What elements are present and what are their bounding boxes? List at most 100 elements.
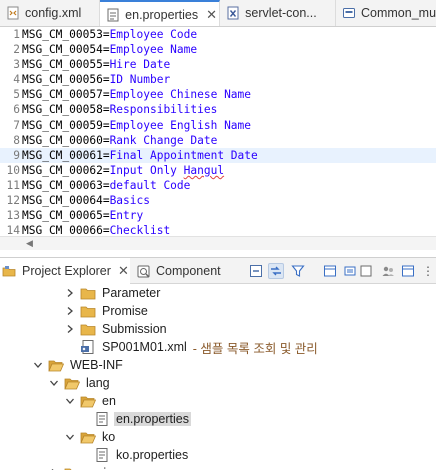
tab-project-explorer[interactable]: Project Explorer ✕ — [0, 258, 130, 284]
property-key: MSG_CM_00054= — [22, 43, 110, 57]
tree-item-promise[interactable]: Promise — [64, 302, 150, 320]
tree-item-label: en — [102, 394, 116, 408]
property-key: MSG_CM_00053= — [22, 28, 110, 41]
people-icon[interactable] — [380, 263, 396, 279]
property-value: Employee Name — [109, 43, 198, 57]
line-number: 12 — [6, 194, 20, 208]
line-number: 13 — [6, 209, 20, 223]
property-value: ID Number — [109, 73, 171, 87]
project-explorer-icon — [2, 264, 17, 279]
tab-servlet-context[interactable]: servlet-con... — [220, 0, 336, 26]
tree-item-label: Promise — [102, 304, 148, 318]
editor-line[interactable]: 5 MSG_CM_00057=Employee Chinese Name — [0, 87, 436, 102]
folder-open-icon — [80, 394, 96, 408]
property-key: MSG_CM_00057= — [22, 88, 110, 102]
tab-label: en.properties — [125, 7, 199, 22]
horizontal-scrollbar[interactable]: ◀ — [0, 236, 436, 250]
folder-icon — [64, 466, 80, 470]
tree-item-submission[interactable]: Submission — [64, 320, 169, 338]
line-number: 3 — [13, 58, 20, 72]
line-number: 4 — [13, 73, 20, 87]
scroll-left-icon[interactable]: ◀ — [26, 238, 33, 249]
component-icon — [342, 6, 356, 20]
tree-item-en-properties[interactable]: en.properties — [94, 410, 191, 428]
editor-line[interactable]: 10 MSG_CM_00062=Input Only Hangul — [0, 163, 436, 178]
chevron-right-icon[interactable] — [64, 305, 76, 317]
tree-item-label: ko.properties — [116, 448, 189, 462]
tree-item-label: en.properties — [114, 412, 191, 426]
collapse-all-icon[interactable] — [248, 263, 264, 279]
spelling-warning-word[interactable]: Hangul — [184, 164, 224, 177]
property-value: Rank Change Date — [109, 133, 218, 147]
editor-line[interactable]: 8 MSG_CM_00060=Rank Change Date — [0, 133, 436, 148]
property-value: Input Only — [109, 163, 184, 177]
properties-editor[interactable]: 1 MSG_CM_00053=Employee Code 2 MSG_CM_0005… — [0, 27, 436, 250]
editor-line[interactable]: 11 MSG_CM_00063=default Code — [0, 178, 436, 193]
tree-item-label: spring — [84, 466, 122, 470]
tab-common-mu[interactable]: Common_mu — [336, 0, 436, 26]
tree-item-en[interactable]: en — [64, 392, 118, 410]
property-value: Basics — [109, 194, 150, 208]
editor-lines: 1 MSG_CM_00053=Employee Code 2 MSG_CM_0005… — [0, 27, 436, 238]
line-number: 6 — [13, 103, 20, 117]
editor-line[interactable]: 1 MSG_CM_00053=Employee Code — [0, 27, 436, 42]
line-number: 1 — [13, 28, 20, 41]
property-value: Employee Chinese Name — [109, 88, 252, 102]
tree-item-sp001m01-xml[interactable]: SP001M01.xml - 샘플 목록 조회 및 관리 — [80, 338, 318, 356]
sync-icon[interactable] — [342, 263, 358, 279]
property-key: MSG_CM_00060= — [22, 133, 110, 147]
tree-item-ko[interactable]: ko — [64, 428, 117, 446]
line-number: 10 — [6, 163, 20, 177]
tree-item-description: - 샘플 목록 조회 및 관리 — [192, 341, 318, 356]
more-icon[interactable]: ⋮ — [420, 263, 436, 279]
tab-config-xml[interactable]: config.xml — [0, 0, 101, 26]
line-number: 2 — [13, 43, 20, 57]
property-value: Employee Code — [109, 28, 198, 41]
xml-file-icon — [80, 340, 96, 354]
link-with-editor-icon[interactable] — [268, 263, 284, 279]
property-key: MSG_CM_00064= — [22, 194, 110, 208]
tree-item-lang[interactable]: lang — [48, 374, 112, 392]
property-value: Responsibilities — [109, 103, 218, 117]
tab-en-properties[interactable]: en.properties ✕ — [100, 0, 221, 26]
editor-line[interactable]: 13 MSG_CM_00065=Entry — [0, 208, 436, 223]
editor-line[interactable]: 3 MSG_CM_00055=Hire Date — [0, 57, 436, 72]
chevron-down-icon[interactable] — [64, 395, 76, 407]
editor-line[interactable]: 4 MSG_CM_00056=ID Number — [0, 72, 436, 87]
tree-item-spring[interactable]: spring — [48, 464, 122, 470]
properties-file-icon — [94, 412, 110, 426]
tree-item-web-inf[interactable]: WEB-INF — [32, 356, 125, 374]
tree-item-label: SP001M01.xml — [102, 340, 187, 354]
editor-line[interactable]: 7 MSG_CM_00059=Employee English Name — [0, 118, 436, 133]
editor-line-current[interactable]: 9 MSG_CM_00061=Final Appointment Date — [0, 147, 436, 163]
close-icon[interactable]: ✕ — [118, 263, 129, 279]
chevron-right-icon[interactable] — [64, 287, 76, 299]
property-value: Hire Date — [109, 58, 171, 72]
chevron-down-icon[interactable] — [48, 377, 60, 389]
filter-icon[interactable] — [290, 263, 306, 279]
tree-item-ko-properties[interactable]: ko.properties — [94, 446, 190, 464]
xml-file-icon — [6, 6, 20, 20]
tree-item-parameter[interactable]: Parameter — [64, 284, 162, 302]
chevron-right-icon[interactable] — [64, 323, 76, 335]
panel-icon[interactable] — [400, 263, 416, 279]
editor-line[interactable]: 12 MSG_CM_00064=Basics — [0, 193, 436, 208]
project-explorer-tree[interactable]: Parameter Promise Submission SP001M01.xm… — [0, 284, 436, 470]
line-number: 5 — [13, 88, 20, 102]
editor-line[interactable]: 2 MSG_CM_00054=Employee Name — [0, 42, 436, 57]
folder-icon — [80, 304, 96, 318]
property-key: MSG_CM_00063= — [22, 178, 110, 192]
line-number: 9 — [13, 148, 20, 162]
chevron-down-icon[interactable] — [64, 431, 76, 443]
tab-component[interactable]: Component — [136, 258, 246, 284]
close-icon[interactable]: ✕ — [206, 7, 217, 23]
view-tab-bar: Project Explorer ✕ Component ⋮ — [0, 257, 436, 284]
property-key: MSG_CM_00059= — [22, 118, 110, 132]
view-menu-icon[interactable] — [322, 263, 338, 279]
folder-open-icon — [48, 358, 64, 372]
toggle-icon[interactable] — [358, 263, 374, 279]
folder-icon — [80, 322, 96, 336]
tab-label: config.xml — [25, 6, 82, 20]
editor-line[interactable]: 6 MSG_CM_00058=Responsibilities — [0, 102, 436, 117]
chevron-down-icon[interactable] — [32, 359, 44, 371]
